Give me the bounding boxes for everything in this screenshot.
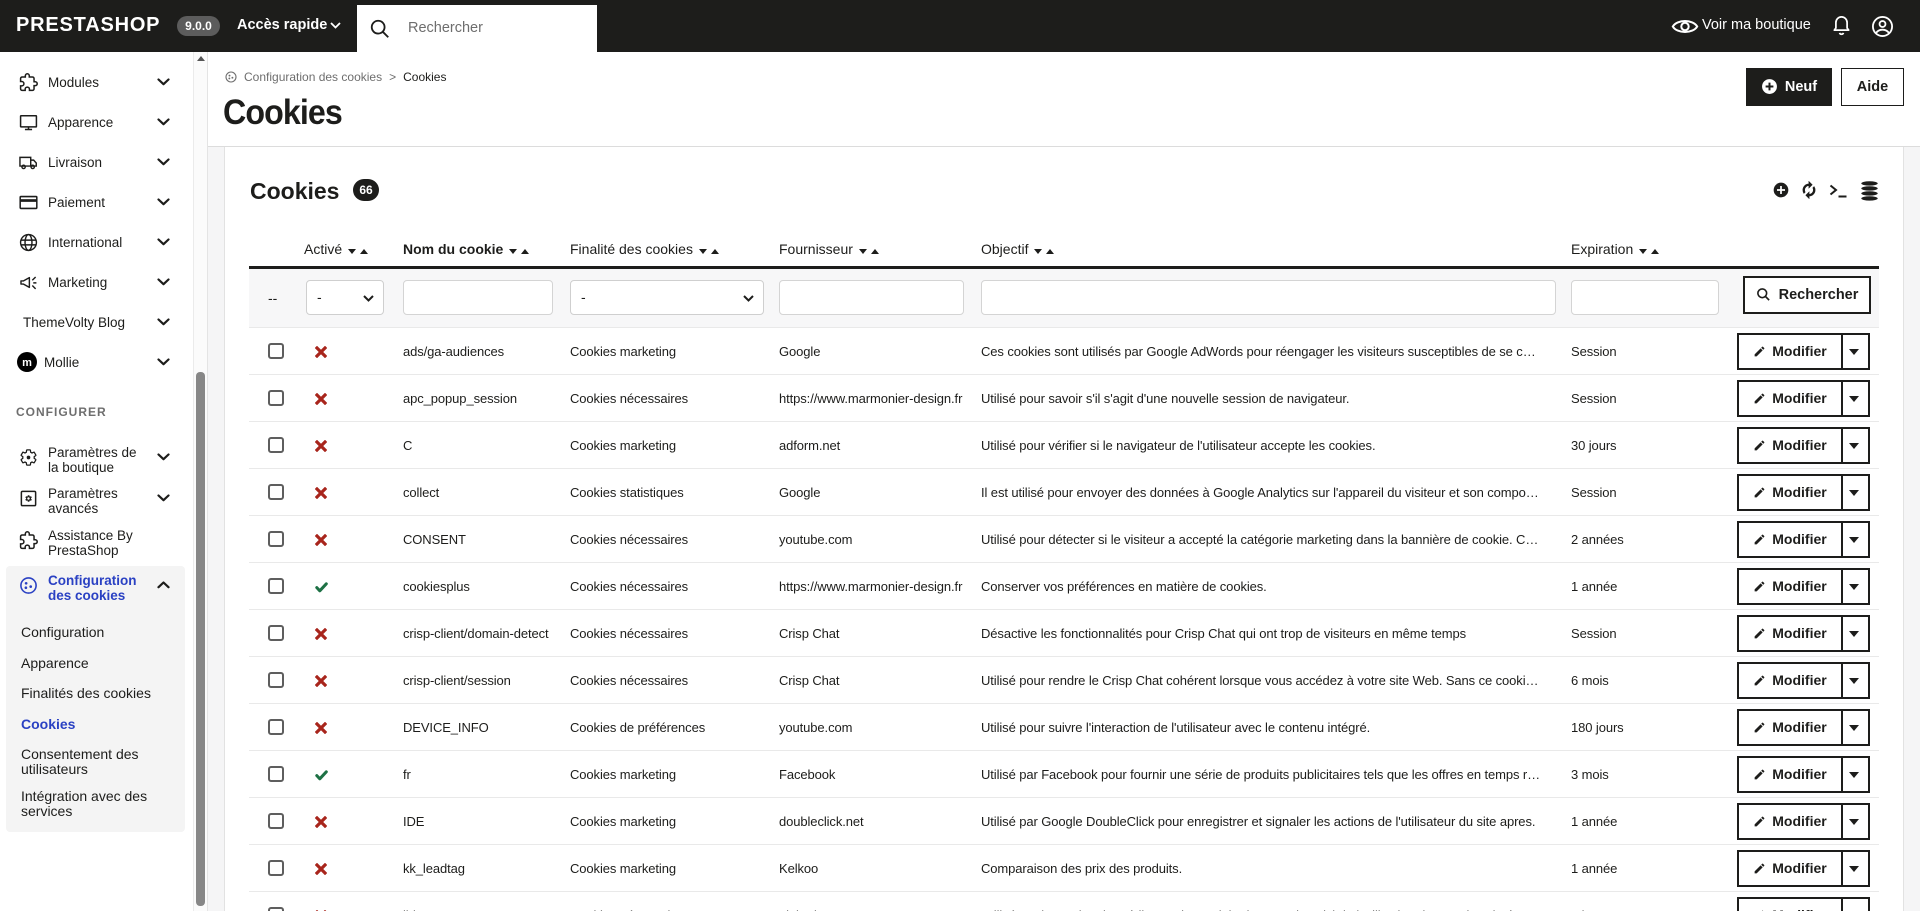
- svg-text:m: m: [22, 357, 32, 369]
